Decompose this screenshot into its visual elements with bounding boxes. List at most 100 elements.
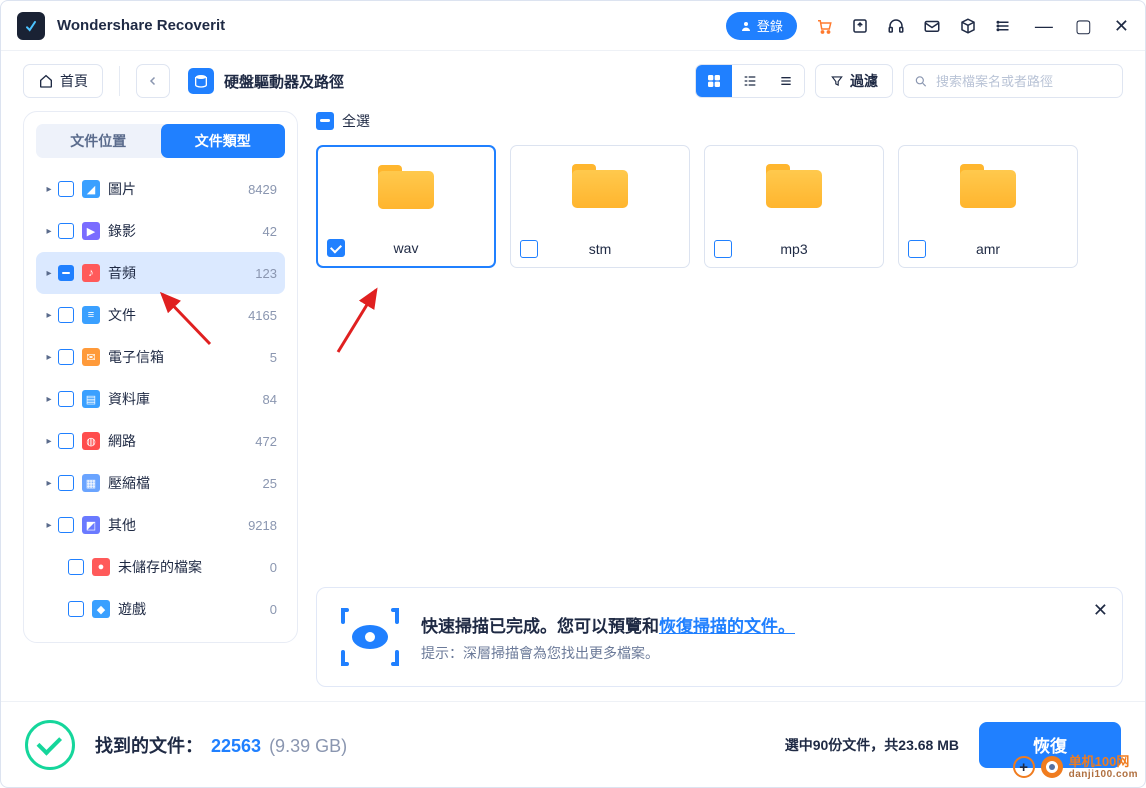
category-item-1[interactable]: ▸ ▶ 錄影42 xyxy=(36,210,285,252)
category-item-2[interactable]: ▸♪音頻123 xyxy=(36,252,285,294)
close-button[interactable]: ✕ xyxy=(1114,17,1129,35)
folder-label: wav xyxy=(318,240,494,256)
tab-file-type[interactable]: 文件類型 xyxy=(161,124,286,158)
export-icon[interactable] xyxy=(851,17,869,35)
category-label: 壓縮檔 xyxy=(108,473,263,493)
category-count: 4165 xyxy=(248,308,277,323)
caret-icon: ▸ xyxy=(44,310,54,321)
category-label: 其他 xyxy=(108,515,248,535)
caret-icon: ▸ xyxy=(44,520,54,531)
watermark: + 单机100网 danji100.com xyxy=(1013,755,1138,780)
folder-card-wav[interactable]: wav xyxy=(316,145,496,268)
category-icon: ▶ xyxy=(82,222,100,240)
cart-icon[interactable] xyxy=(815,17,833,35)
category-icon: ✉ xyxy=(82,348,100,366)
folder-card-mp3[interactable]: mp3 xyxy=(704,145,884,268)
caret-icon: ▸ xyxy=(44,352,54,363)
toolbar: 首頁 硬盤驅動器及路徑 過濾 xyxy=(1,51,1145,111)
search-box[interactable] xyxy=(903,64,1123,98)
category-count: 0 xyxy=(270,602,277,617)
select-all-checkbox[interactable] xyxy=(316,112,334,130)
minimize-button[interactable]: — xyxy=(1035,17,1053,35)
category-checkbox[interactable] xyxy=(68,601,84,617)
category-checkbox[interactable] xyxy=(58,181,74,197)
category-checkbox[interactable] xyxy=(58,307,74,323)
caret-icon: ▸ xyxy=(44,394,54,405)
cube-icon[interactable] xyxy=(959,17,977,35)
folder-card-stm[interactable]: stm xyxy=(510,145,690,268)
home-button[interactable]: 首頁 xyxy=(23,64,103,98)
filter-button[interactable]: 過濾 xyxy=(815,64,893,98)
category-item-0[interactable]: ▸◢圖片8429 xyxy=(36,168,285,210)
category-checkbox[interactable] xyxy=(58,433,74,449)
caret-icon: ▸ xyxy=(44,478,54,489)
window-controls: — ▢ ✕ xyxy=(1035,17,1129,35)
mail-icon[interactable] xyxy=(923,17,941,35)
view-list-button[interactable] xyxy=(768,64,804,98)
category-label: 未儲存的檔案 xyxy=(118,557,270,577)
folder-label: mp3 xyxy=(705,241,883,257)
category-checkbox[interactable] xyxy=(58,391,74,407)
caret-icon: ▸ xyxy=(44,436,54,447)
maximize-button[interactable]: ▢ xyxy=(1075,17,1092,35)
category-label: 錄影 xyxy=(108,221,263,241)
caret-icon: ▸ xyxy=(44,268,54,279)
category-icon: ◢ xyxy=(82,180,100,198)
view-grid-button[interactable] xyxy=(696,64,732,98)
status-complete-icon xyxy=(25,720,75,770)
sidebar: 文件位置 文件類型 ▸◢圖片8429▸▶錄影42▸♪音頻123▸≡文件4165▸… xyxy=(23,111,298,643)
search-input[interactable] xyxy=(936,74,1112,89)
category-checkbox[interactable] xyxy=(68,559,84,575)
category-item-6[interactable]: ▸◍網路472 xyxy=(36,420,285,462)
breadcrumb: 硬盤驅動器及路徑 xyxy=(188,68,344,94)
category-count: 123 xyxy=(255,266,277,281)
folder-icon xyxy=(378,165,434,209)
found-summary: 找到的文件： 22563 (9.39 GB) xyxy=(95,732,347,758)
category-checkbox[interactable] xyxy=(58,265,74,281)
category-item-4[interactable]: ▸✉電子信箱5 xyxy=(36,336,285,378)
folder-label: amr xyxy=(899,241,1077,257)
category-checkbox[interactable] xyxy=(58,517,74,533)
category-item-10[interactable]: ◆ 遊戲0 xyxy=(36,588,285,630)
category-label: 圖片 xyxy=(108,179,248,199)
category-label: 遊戲 xyxy=(118,599,270,619)
category-count: 5 xyxy=(270,350,277,365)
app-logo xyxy=(17,12,45,40)
back-button[interactable] xyxy=(136,64,170,98)
select-all-label: 全選 xyxy=(342,111,370,131)
menu-icon[interactable] xyxy=(995,17,1013,35)
category-item-7[interactable]: ▸▦壓縮檔25 xyxy=(36,462,285,504)
caret-icon: ▸ xyxy=(44,226,54,237)
category-count: 0 xyxy=(270,560,277,575)
view-detail-button[interactable] xyxy=(732,64,768,98)
category-icon: ≡ xyxy=(82,306,100,324)
folder-card-amr[interactable]: amr xyxy=(898,145,1078,268)
login-button[interactable]: 登錄 xyxy=(726,12,797,40)
category-checkbox[interactable] xyxy=(58,475,74,491)
category-icon: ◩ xyxy=(82,516,100,534)
view-toggle xyxy=(695,64,805,98)
app-title: Wondershare Recoverit xyxy=(57,17,225,34)
category-label: 網路 xyxy=(108,431,255,451)
category-icon: ◆ xyxy=(92,600,110,618)
category-count: 8429 xyxy=(248,182,277,197)
category-checkbox[interactable] xyxy=(58,349,74,365)
category-checkbox[interactable] xyxy=(58,223,74,239)
notice-close-button[interactable]: ✕ xyxy=(1093,600,1108,621)
footer: 找到的文件： 22563 (9.39 GB) 選中90份文件，共23.68 MB… xyxy=(1,701,1145,787)
notice-subtitle: 提示：深層掃描會為您找出更多檔案。 xyxy=(421,643,1100,663)
notice-title: 快速掃描已完成。您可以預覽和恢復掃描的文件。 xyxy=(421,612,1100,637)
headset-icon[interactable] xyxy=(887,17,905,35)
category-icon: ◍ xyxy=(82,432,100,450)
category-item-3[interactable]: ▸≡文件4165 xyxy=(36,294,285,336)
category-item-9[interactable]: ● 未儲存的檔案0 xyxy=(36,546,285,588)
search-icon xyxy=(914,74,928,89)
category-count: 42 xyxy=(263,224,277,239)
category-label: 音頻 xyxy=(108,263,255,283)
category-item-5[interactable]: ▸▤資料庫84 xyxy=(36,378,285,420)
tab-file-location[interactable]: 文件位置 xyxy=(36,124,161,158)
category-icon: ● xyxy=(92,558,110,576)
category-item-8[interactable]: ▸◩其他9218 xyxy=(36,504,285,546)
recover-files-link[interactable]: 恢復掃描的文件。 xyxy=(659,617,795,636)
select-all[interactable]: 全選 xyxy=(316,111,1123,131)
